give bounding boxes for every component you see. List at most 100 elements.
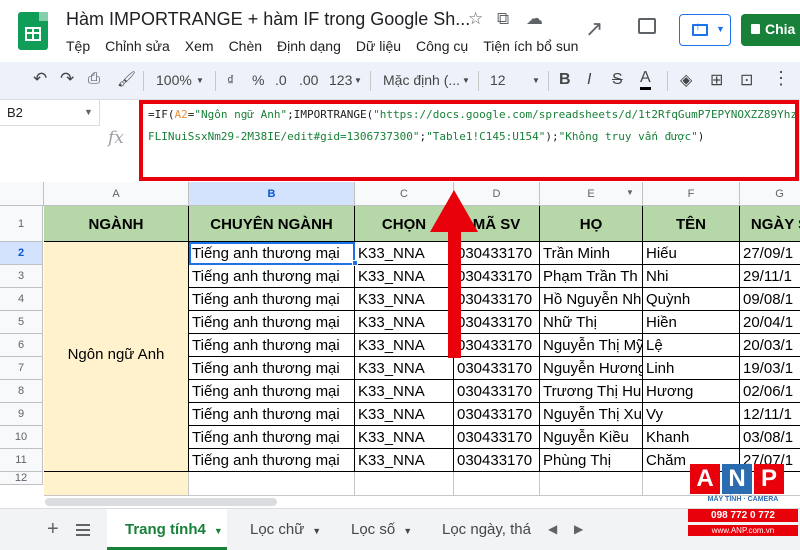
font-size-chevron-icon[interactable]: ▼ (532, 76, 540, 85)
table-cell[interactable]: 19/03/1 (740, 357, 800, 380)
row-header-4[interactable]: 4 (0, 288, 43, 311)
share-button[interactable]: Chia (741, 14, 800, 46)
menu-item[interactable]: Tiện ích bổ sun (483, 38, 578, 54)
header-cell[interactable]: CHUYÊN NGÀNH (189, 206, 355, 242)
table-cell[interactable]: K33_NNA (355, 380, 454, 403)
table-cell[interactable]: K33_NNA (355, 311, 454, 334)
number-format-select[interactable]: 123 (329, 72, 352, 88)
table-cell[interactable]: Trần Minh (540, 242, 643, 265)
table-cell[interactable]: 030433170 (454, 265, 540, 288)
font-size-select[interactable]: 12 (490, 72, 506, 88)
table-cell[interactable] (540, 472, 643, 496)
bold-button[interactable]: B (559, 71, 571, 89)
table-cell[interactable]: Tiếng anh thương mại (189, 449, 355, 472)
increase-decimal-button[interactable]: .00 (299, 72, 318, 88)
sheets-logo-icon[interactable] (18, 12, 48, 50)
row-header-5[interactable]: 5 (0, 311, 43, 334)
table-cell[interactable]: K33_NNA (355, 426, 454, 449)
row-header-10[interactable]: 10 (0, 426, 43, 449)
menu-item[interactable]: Dữ liệu (356, 38, 401, 54)
table-cell[interactable]: Hồ Nguyễn Nh (540, 288, 643, 311)
table-cell[interactable]: Hiếu (643, 242, 740, 265)
strikethrough-button[interactable]: S (612, 71, 623, 89)
table-cell[interactable]: 030433170 (454, 334, 540, 357)
italic-button[interactable]: I (587, 71, 591, 89)
table-cell[interactable]: Tiếng anh thương mại (189, 242, 355, 265)
column-header-a[interactable]: A (44, 182, 189, 206)
table-cell[interactable]: 030433170 (454, 311, 540, 334)
menu-item[interactable]: Xem (185, 38, 214, 54)
table-cell[interactable]: Nguyễn Hương (540, 357, 643, 380)
merged-cell-nganh[interactable]: Ngôn ngữ Anh (44, 242, 189, 472)
table-cell[interactable]: Tiếng anh thương mại (189, 357, 355, 380)
row-header-7[interactable]: 7 (0, 357, 43, 380)
table-cell[interactable]: 09/08/1 (740, 288, 800, 311)
row-header-3[interactable]: 3 (0, 265, 43, 288)
text-color-button[interactable]: A (640, 69, 651, 90)
menu-item[interactable]: Tệp (66, 38, 90, 54)
table-cell[interactable]: Nguyễn Kiều (540, 426, 643, 449)
currency-format-button[interactable]: ₫ (227, 72, 234, 88)
sheet-tab[interactable]: Lọc ngày, thá (428, 509, 538, 550)
comment-icon[interactable] (638, 18, 656, 34)
table-cell[interactable]: Tiếng anh thương mại (189, 265, 355, 288)
header-cell[interactable]: HỌ (540, 206, 643, 242)
borders-icon[interactable]: ⊞ (710, 70, 723, 90)
table-cell[interactable]: 20/04/1 (740, 311, 800, 334)
table-cell[interactable]: Tiếng anh thương mại (189, 426, 355, 449)
table-cell[interactable]: Hương (643, 380, 740, 403)
table-cell[interactable]: K33_NNA (355, 242, 454, 265)
column-header-f[interactable]: F (643, 182, 740, 206)
table-cell[interactable]: Tiếng anh thương mại (189, 334, 355, 357)
table-cell[interactable] (454, 472, 540, 496)
table-cell[interactable]: K33_NNA (355, 334, 454, 357)
menu-item[interactable]: Công cụ (416, 38, 468, 54)
table-cell[interactable]: 030433170 (454, 403, 540, 426)
all-sheets-icon[interactable] (76, 524, 90, 536)
table-cell[interactable]: Phùng Thị (540, 449, 643, 472)
row-header-2[interactable]: 2 (0, 242, 43, 265)
scroll-tabs-left-icon[interactable]: ◀ (548, 522, 557, 536)
spreadsheet-grid[interactable]: A B C D E F G ▼ 1 2 3 4 5 6 7 8 9 10 11 12 NGÀNH CHUYÊN NGÀNH… (0, 182, 800, 496)
header-cell[interactable]: TÊN (643, 206, 740, 242)
table-cell[interactable]: Trương Thị Hu (540, 380, 643, 403)
menu-item[interactable]: Chèn (229, 38, 262, 54)
table-cell[interactable]: Linh (643, 357, 740, 380)
table-cell[interactable]: 20/03/1 (740, 334, 800, 357)
table-cell[interactable]: Tiếng anh thương mại (189, 288, 355, 311)
zoom-chevron-icon[interactable]: ▼ (196, 76, 204, 85)
table-cell[interactable]: 030433170 (454, 288, 540, 311)
zoom-select[interactable]: 100% (156, 72, 192, 88)
table-cell[interactable] (44, 472, 189, 496)
row-header-12[interactable]: 12 (0, 472, 43, 485)
table-cell[interactable]: K33_NNA (355, 265, 454, 288)
table-cell[interactable]: 12/11/1 (740, 403, 800, 426)
column-header-b[interactable]: B (189, 182, 355, 206)
table-cell[interactable] (355, 472, 454, 496)
table-cell[interactable]: Tiếng anh thương mại (189, 311, 355, 334)
table-cell[interactable]: Nguyễn Thị Mỹ (540, 334, 643, 357)
table-cell[interactable]: K33_NNA (355, 449, 454, 472)
print-icon[interactable]: ⎙ (88, 70, 100, 87)
table-cell[interactable]: Phạm Trần Th (540, 265, 643, 288)
table-cell[interactable]: 030433170 (454, 380, 540, 403)
table-cell[interactable]: Tiếng anh thương mại (189, 403, 355, 426)
table-cell[interactable] (189, 472, 355, 496)
table-cell[interactable]: 03/08/1 (740, 426, 800, 449)
table-cell[interactable]: 02/06/1 (740, 380, 800, 403)
fill-handle[interactable] (352, 260, 358, 266)
sheet-tab[interactable]: Trang tính4 ▼ (107, 509, 227, 550)
header-cell[interactable]: NGÀNH (44, 206, 189, 242)
name-box[interactable]: B2 ▼ (0, 100, 100, 126)
paint-format-icon[interactable]: 🖌 (117, 70, 136, 88)
table-cell[interactable]: Nhi (643, 265, 740, 288)
table-cell[interactable]: K33_NNA (355, 288, 454, 311)
sheet-tab[interactable]: Lọc chữ ▼ (236, 509, 326, 550)
add-sheet-icon[interactable]: + (47, 518, 59, 541)
table-cell[interactable]: 030433170 (454, 426, 540, 449)
horizontal-scrollbar[interactable] (45, 498, 277, 506)
cloud-status-icon[interactable]: ☁ (526, 9, 543, 29)
select-all-corner[interactable] (0, 182, 44, 206)
activity-trend-icon[interactable]: ↗ (585, 16, 603, 42)
header-cell[interactable]: NGÀY S (740, 206, 800, 242)
